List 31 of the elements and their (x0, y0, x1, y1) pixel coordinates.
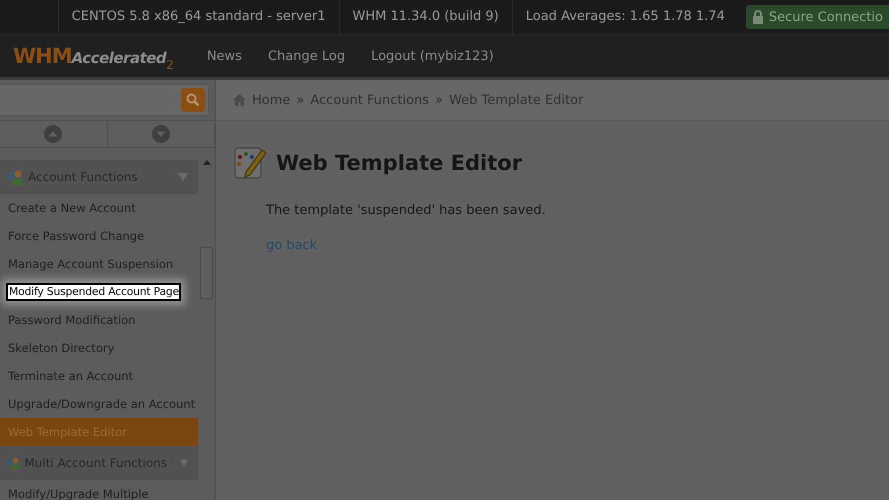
status-message: The template 'suspended' has been saved. (266, 203, 547, 218)
go-back-link[interactable]: go back (266, 238, 318, 253)
server-info: WHM 11.34.0 (build 9) (338, 0, 512, 34)
secure-connection-badge: Secure Connectio (746, 5, 889, 29)
lock-icon (752, 10, 764, 24)
menu-item[interactable]: Upgrade/Downgrade an Account (0, 390, 198, 418)
menu-item[interactable]: Force Password Change (0, 222, 198, 250)
menu-item[interactable]: Create a New Account (0, 194, 198, 222)
menu-item[interactable]: Terminate an Account (0, 362, 198, 390)
nav-link[interactable]: Change Log (268, 48, 346, 64)
scroll-up-arrow-icon[interactable] (202, 160, 210, 165)
page-title: Web Template Editor (276, 151, 522, 175)
menu-item[interactable]: Password Modification (0, 306, 198, 334)
server-info: CENTOS 5.8 x86_64 standard - server1 (58, 0, 338, 34)
home-icon[interactable] (233, 94, 246, 106)
scroll-up-icon[interactable] (44, 125, 62, 143)
nav-link[interactable]: Logout (mybiz123) (371, 48, 494, 64)
breadcrumb-separator: » (435, 92, 444, 108)
collapse-arrow-icon[interactable] (171, 459, 188, 467)
nav-link[interactable]: News (206, 48, 242, 64)
menu-item[interactable]: Manage Account Suspension (0, 250, 198, 278)
menu-item[interactable]: Modify Suspended Account Page (6, 283, 182, 301)
scroll-down-icon[interactable] (152, 125, 170, 143)
menu-item[interactable]: Skeleton Directory (0, 334, 198, 362)
template-editor-icon (234, 147, 268, 179)
search-icon (186, 93, 200, 107)
collapse-arrow-icon[interactable] (169, 173, 188, 181)
account-group-icon (6, 168, 24, 186)
search-button[interactable] (181, 88, 205, 112)
server-info: Load Averages: 1.65 1.78 1.74 (512, 0, 738, 34)
breadcrumb-separator: » (296, 92, 304, 108)
